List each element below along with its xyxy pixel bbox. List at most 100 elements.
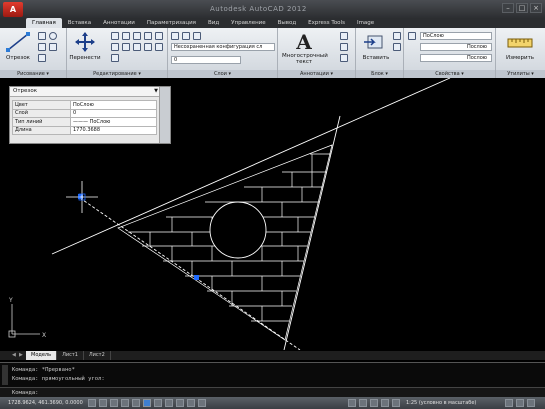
leader-icon[interactable] — [340, 43, 348, 51]
rectangle-icon[interactable] — [49, 43, 57, 51]
circle-icon[interactable] — [49, 32, 57, 40]
property-value[interactable]: ПоСлою — [70, 100, 157, 110]
match-properties-icon[interactable] — [408, 32, 416, 40]
maximize-button[interactable]: □ — [516, 3, 528, 13]
tab-annotate[interactable]: Аннотации — [97, 18, 141, 28]
property-value[interactable]: 1770.3688 — [70, 125, 157, 135]
tab-layout1[interactable]: Лист1 — [57, 351, 84, 360]
command-line-grip[interactable] — [2, 365, 8, 385]
hatch-icon[interactable] — [38, 54, 46, 62]
table-row[interactable]: Цвет ПоСлою — [12, 100, 157, 110]
move-button[interactable]: Перенести — [69, 31, 101, 65]
lock-icon[interactable] — [516, 399, 524, 407]
ortho-toggle[interactable] — [110, 399, 118, 407]
quick-properties-toggle[interactable] — [198, 399, 206, 407]
snap-toggle[interactable] — [88, 399, 96, 407]
tab-model[interactable]: Модель — [26, 351, 58, 360]
insert-button[interactable]: Вставить — [360, 31, 392, 65]
property-key: Цвет — [12, 100, 71, 110]
move-icon — [75, 32, 95, 52]
table-row[interactable]: Тип линий ——— ПоСлою — [12, 117, 157, 127]
line-button[interactable]: Отрезок — [2, 31, 34, 65]
arc-icon[interactable] — [38, 43, 46, 51]
tab-express-tools[interactable]: Express Tools — [302, 18, 351, 28]
dyn-toggle[interactable] — [165, 399, 173, 407]
linetype-combo[interactable]: Послою — [420, 43, 492, 51]
palette-side-strip[interactable] — [159, 87, 170, 143]
table-row[interactable]: Слой 0 — [12, 108, 157, 118]
tab-parametric[interactable]: Параметризация — [141, 18, 202, 28]
fillet-icon[interactable] — [111, 43, 119, 51]
minimize-button[interactable]: – — [502, 3, 514, 13]
app-menu-button[interactable]: A — [3, 2, 23, 17]
text-icon: A — [296, 30, 312, 54]
scale-icon[interactable] — [144, 43, 152, 51]
array-icon[interactable] — [155, 43, 163, 51]
rotate-icon[interactable] — [111, 32, 119, 40]
lineweight-toggle[interactable] — [176, 399, 184, 407]
create-block-icon[interactable] — [393, 32, 401, 40]
property-value[interactable]: ——— ПоСлою — [70, 117, 157, 127]
grid-toggle[interactable] — [99, 399, 107, 407]
block-panel-title[interactable]: Блок ▾ — [356, 70, 403, 78]
steering-wheel-button[interactable] — [392, 399, 400, 407]
draw-panel-title[interactable]: Рисование ▾ — [0, 70, 66, 78]
trim-icon[interactable] — [122, 32, 130, 40]
annotation-scale[interactable]: 1:25 (условно в масштабе) — [406, 400, 476, 406]
transparency-toggle[interactable] — [187, 399, 195, 407]
grip-midpoint[interactable] — [194, 275, 199, 280]
mtext-button[interactable]: A Многострочный текст — [282, 30, 328, 65]
tab-output[interactable]: Вывод — [272, 18, 303, 28]
tab-layout2[interactable]: Лист2 — [84, 351, 111, 360]
mirror-icon[interactable] — [155, 32, 163, 40]
layout-view-button[interactable] — [359, 399, 367, 407]
window-controls: – □ × — [502, 3, 542, 13]
last-tab-arrow-icon[interactable]: ▶ — [19, 351, 26, 360]
edit-block-icon[interactable] — [393, 43, 401, 51]
table-icon[interactable] — [340, 54, 348, 62]
tab-manage[interactable]: Управление — [225, 18, 272, 28]
utilities-panel-title[interactable]: Утилиты ▾ — [496, 70, 545, 78]
quick-properties-palette: Отрезок ▼ Цвет ПоСлою Слой 0 Тип линий —… — [9, 86, 171, 144]
pan-button[interactable] — [370, 399, 378, 407]
layer-freeze-icon[interactable] — [193, 32, 201, 40]
zoom-button[interactable] — [381, 399, 389, 407]
polyline-icon[interactable] — [38, 32, 46, 40]
workspace-switch-button[interactable] — [505, 399, 513, 407]
clean-screen-button[interactable] — [527, 399, 535, 407]
tab-image[interactable]: Image — [351, 18, 380, 28]
lineweight-combo[interactable]: Послою — [420, 54, 492, 62]
otrack-toggle[interactable] — [143, 399, 151, 407]
offset-icon[interactable] — [111, 54, 119, 62]
measure-button[interactable]: Измерить — [504, 31, 536, 65]
close-button[interactable]: × — [530, 3, 542, 13]
layer-properties-icon[interactable] — [171, 32, 179, 40]
table-row[interactable]: Длина 1770.3688 — [12, 125, 157, 135]
model-space-button[interactable] — [348, 399, 356, 407]
property-value[interactable]: 0 — [70, 108, 157, 118]
layer-off-icon[interactable] — [182, 32, 190, 40]
layer-state-combo[interactable]: Несохраненная конфигурация сл — [171, 43, 275, 51]
modify-panel-title[interactable]: Редактирование ▾ — [67, 70, 167, 78]
circle-opening[interactable] — [209, 201, 267, 259]
tab-insert[interactable]: Вставка — [62, 18, 97, 28]
erase-icon[interactable] — [133, 32, 141, 40]
polar-toggle[interactable] — [121, 399, 129, 407]
tab-view[interactable]: Вид — [202, 18, 225, 28]
modify-panel: Перенести Редактирование ▾ — [67, 28, 168, 78]
ducs-toggle[interactable] — [154, 399, 162, 407]
copy-icon[interactable] — [144, 32, 152, 40]
stretch-icon[interactable] — [133, 43, 141, 51]
properties-panel-title[interactable]: Свойства ▾ — [404, 70, 495, 78]
tab-home[interactable]: Главная — [26, 18, 62, 28]
color-combo[interactable]: ПоСлою — [420, 32, 492, 40]
osnap-toggle[interactable] — [132, 399, 140, 407]
dimension-icon[interactable] — [340, 32, 348, 40]
first-tab-arrow-icon[interactable]: ◀ — [12, 351, 19, 360]
selection-type-combo[interactable]: Отрезок ▼ — [10, 87, 160, 97]
explode-icon[interactable] — [122, 43, 130, 51]
command-input[interactable]: Команда: — [0, 387, 545, 397]
layers-panel-title[interactable]: Слои ▾ — [168, 70, 277, 78]
layer-combo[interactable]: 0 — [171, 56, 241, 64]
annotation-panel-title[interactable]: Аннотации ▾ — [278, 70, 355, 78]
